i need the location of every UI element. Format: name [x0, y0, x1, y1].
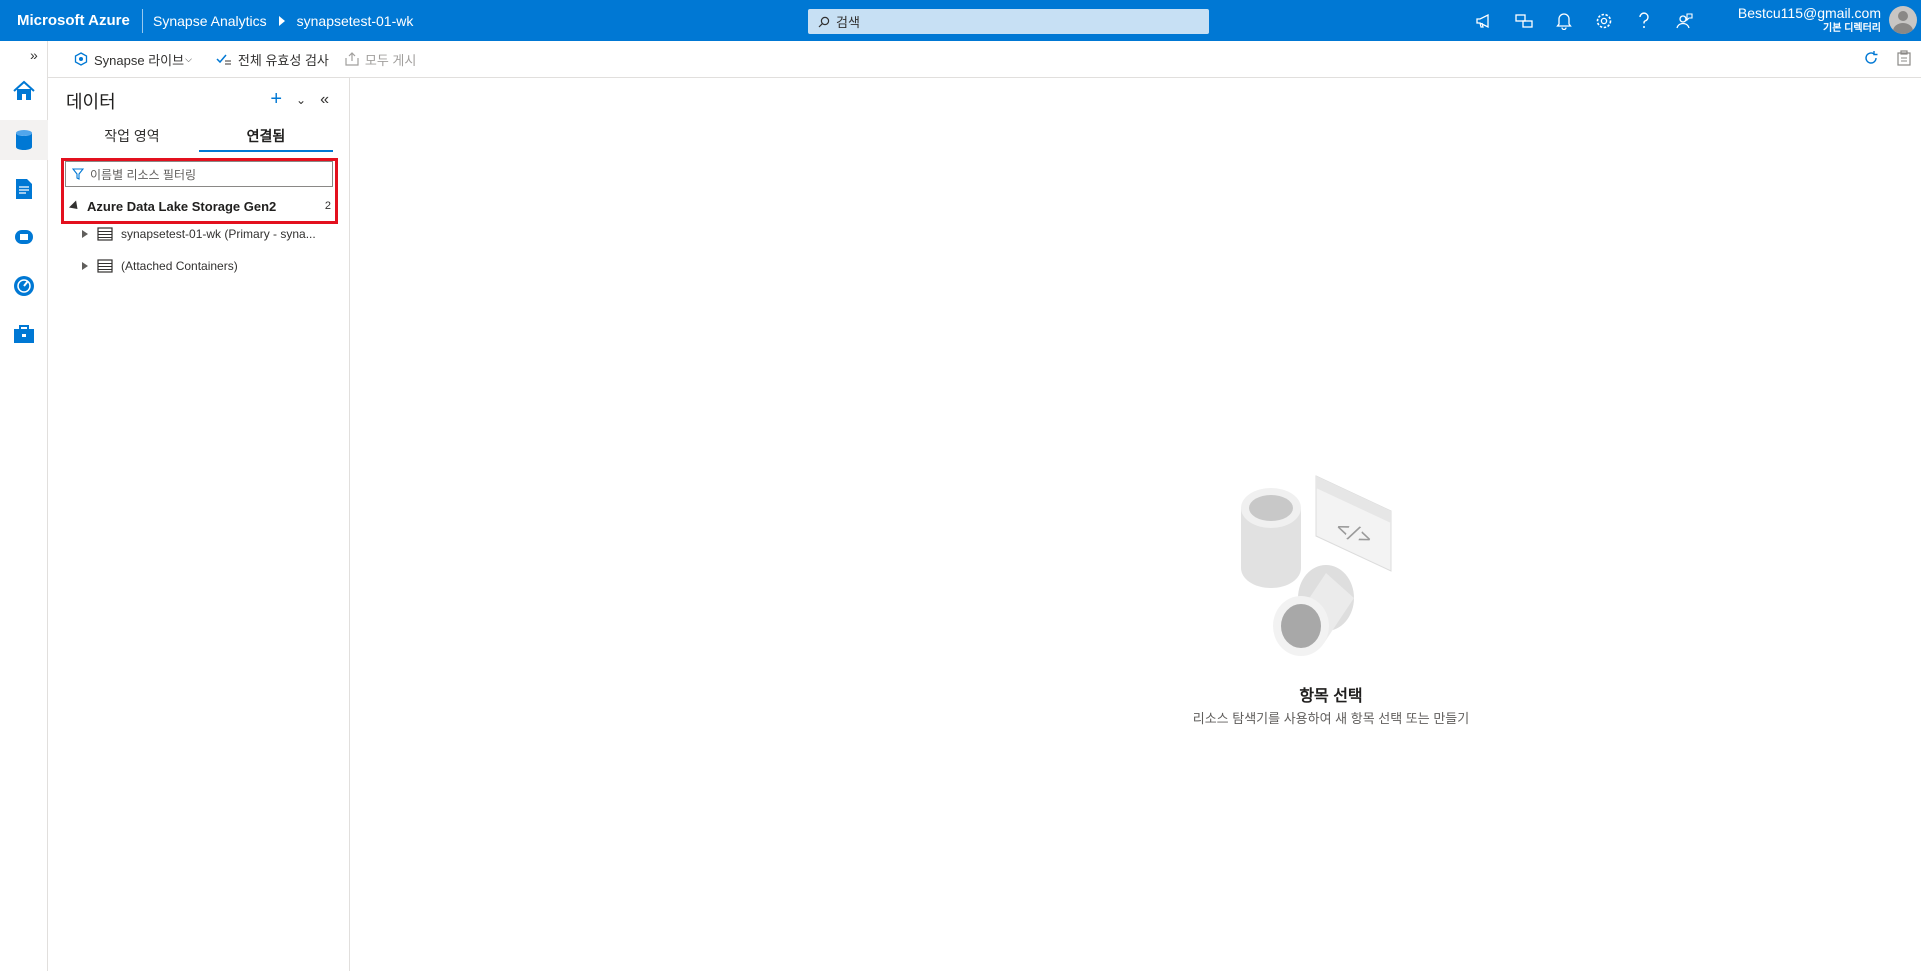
synapse-live-label: Synapse 라이브 — [94, 52, 185, 68]
tree-item-attached[interactable]: (Attached Containers) — [49, 250, 349, 282]
toolbar: Synapse 라이브 ⌵ 전체 유효성 검사 모두 게시 — [48, 41, 1921, 78]
search-input[interactable]: 검색 — [808, 9, 1209, 34]
rail-integrate[interactable] — [0, 217, 48, 257]
directory-switch-icon[interactable] — [1515, 12, 1533, 30]
toolbar-right — [1863, 50, 1911, 66]
rail-monitor[interactable] — [0, 266, 48, 306]
feedback-icon[interactable] — [1675, 12, 1693, 30]
bell-icon[interactable] — [1555, 12, 1573, 30]
announcement-icon[interactable] — [1475, 12, 1493, 30]
breadcrumb-synapse-analytics[interactable]: Synapse Analytics — [153, 13, 267, 29]
database-icon — [16, 130, 32, 150]
pipeline-icon — [15, 230, 33, 244]
top-icons — [1475, 0, 1693, 41]
tab-linked[interactable]: 연결됨 — [199, 122, 333, 152]
resource-illustration-icon: </> — [1241, 475, 1392, 656]
empty-state: </> 항목 선택 리소스 탐색기를 사용하여 새 항목 선택 또는 만들기 — [1031, 398, 1631, 726]
top-bar: Microsoft Azure Synapse Analytics synaps… — [0, 0, 1921, 41]
panel-actions: + ⌄ « — [270, 88, 329, 111]
chevron-down-icon: ⌵ — [185, 53, 192, 64]
add-icon[interactable]: + — [270, 88, 282, 111]
home-icon — [13, 80, 35, 100]
synapse-icon — [74, 52, 88, 66]
left-rail: » — [0, 41, 48, 971]
collapse-all-icon[interactable]: ⌄ — [296, 93, 306, 107]
account-tenant: 기본 디렉터리 — [1823, 23, 1881, 34]
avatar[interactable] — [1889, 6, 1917, 34]
chevron-right-icon — [278, 15, 285, 26]
refresh-icon[interactable] — [1863, 50, 1879, 66]
expanded-icon — [68, 199, 82, 213]
rail-home[interactable] — [0, 71, 48, 111]
breadcrumb-workspace[interactable]: synapsetest-01-wk — [297, 13, 414, 29]
divider — [142, 8, 143, 33]
document-icon — [16, 179, 32, 199]
rail-develop[interactable] — [0, 169, 48, 209]
breadcrumb: Synapse Analytics synapsetest-01-wk — [153, 13, 413, 29]
search-icon — [818, 16, 830, 27]
validate-all-button[interactable]: 전체 유효성 검사 — [216, 50, 329, 69]
collapse-panel-icon[interactable]: « — [320, 91, 329, 109]
synapse-live-dropdown[interactable]: Synapse 라이브 ⌵ — [74, 50, 192, 69]
validate-all-label: 전체 유효성 검사 — [237, 52, 329, 68]
search-placeholder: 검색 — [836, 15, 860, 30]
collapsed-icon — [82, 262, 88, 270]
collapsed-icon — [82, 230, 88, 238]
account-email: Bestcu115@gmail.com — [1737, 5, 1881, 21]
validate-icon — [216, 54, 231, 65]
toolbox-icon — [14, 325, 34, 343]
group-count: 2 — [324, 200, 331, 212]
panel-tabs: 작업 영역 연결됨 — [65, 122, 333, 152]
expand-rail-icon[interactable]: » — [30, 47, 38, 63]
tree-item-primary[interactable]: synapsetest-01-wk (Primary - syna... — [49, 218, 349, 250]
publish-all-button[interactable]: 모두 게시 — [345, 50, 416, 69]
upload-icon — [345, 52, 359, 66]
group-label: Azure Data Lake Storage Gen2 — [87, 198, 277, 214]
help-icon[interactable] — [1635, 11, 1653, 30]
tab-workspace[interactable]: 작업 영역 — [65, 122, 199, 152]
container-icon — [97, 259, 113, 273]
tree-item-label: (Attached Containers) — [121, 259, 238, 273]
azure-brand[interactable]: Microsoft Azure — [0, 12, 142, 29]
main-area: </> 항목 선택 리소스 탐색기를 사용하여 새 항목 선택 또는 만들기 — [351, 78, 1921, 971]
tree-item-label: synapsetest-01-wk (Primary - syna... — [121, 227, 316, 241]
data-panel: 데이터 + ⌄ « 작업 영역 연결됨 이름별 리소스 필터링 Azure Da… — [49, 78, 350, 971]
gear-icon[interactable] — [1595, 12, 1613, 30]
panel-title: 데이터 — [66, 92, 116, 112]
clipboard-icon[interactable] — [1897, 50, 1911, 66]
publish-all-label: 모두 게시 — [364, 52, 417, 68]
container-icon — [97, 227, 113, 241]
monitor-icon — [14, 276, 34, 296]
account-info[interactable]: Bestcu115@gmail.com 기본 디렉터리 — [1738, 5, 1881, 37]
empty-title: 항목 선택 — [1299, 688, 1363, 705]
rail-data[interactable] — [0, 120, 48, 160]
empty-subtitle: 리소스 탐색기를 사용하여 새 항목 선택 또는 만들기 — [1192, 711, 1470, 726]
rail-manage[interactable] — [0, 314, 48, 354]
